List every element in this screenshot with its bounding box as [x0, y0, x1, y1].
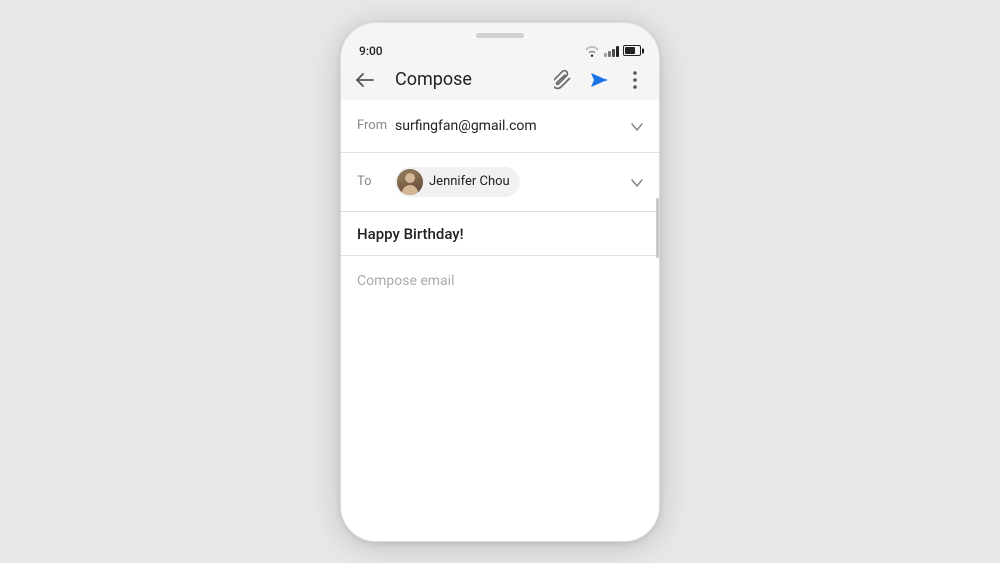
- recipient-chip[interactable]: Jennifer Chou: [395, 167, 520, 197]
- subject-field-row[interactable]: Happy Birthday!: [341, 211, 659, 256]
- signal-icon: [604, 45, 619, 57]
- from-field-row[interactable]: From surfingfan@gmail.com: [341, 100, 659, 152]
- to-label: To: [357, 174, 395, 189]
- attach-icon: [554, 70, 572, 90]
- body-field-row[interactable]: Compose email: [341, 256, 659, 541]
- from-chevron-icon: [631, 116, 643, 135]
- back-button[interactable]: [351, 66, 379, 94]
- recipient-avatar: [397, 169, 423, 195]
- from-label: From: [357, 118, 395, 133]
- time-display: 9:00: [359, 44, 383, 58]
- more-button[interactable]: [621, 66, 649, 94]
- subject-value: Happy Birthday!: [357, 225, 464, 243]
- from-value: surfingfan@gmail.com: [395, 118, 627, 134]
- wifi-icon: [584, 45, 600, 57]
- status-icons: [584, 45, 641, 57]
- to-field-row[interactable]: To Jennifer Chou: [341, 153, 659, 211]
- body-placeholder: Compose email: [357, 273, 454, 289]
- app-bar: Compose: [341, 60, 659, 100]
- compose-content: From surfingfan@gmail.com To Jennifer Ch…: [341, 100, 659, 541]
- recipient-name: Jennifer Chou: [429, 174, 510, 189]
- send-icon: [589, 71, 609, 89]
- battery-icon: [623, 45, 641, 56]
- more-icon: [633, 71, 637, 89]
- status-bar: 9:00: [341, 38, 659, 60]
- app-bar-title: Compose: [395, 69, 541, 90]
- avatar-image: [397, 169, 423, 195]
- scrollbar[interactable]: [655, 178, 659, 521]
- phone-frame: 9:00: [340, 22, 660, 542]
- attach-button[interactable]: [549, 66, 577, 94]
- send-button[interactable]: [585, 66, 613, 94]
- to-chevron-icon: [631, 172, 643, 191]
- app-bar-actions: [549, 66, 649, 94]
- scrollbar-thumb: [656, 198, 659, 258]
